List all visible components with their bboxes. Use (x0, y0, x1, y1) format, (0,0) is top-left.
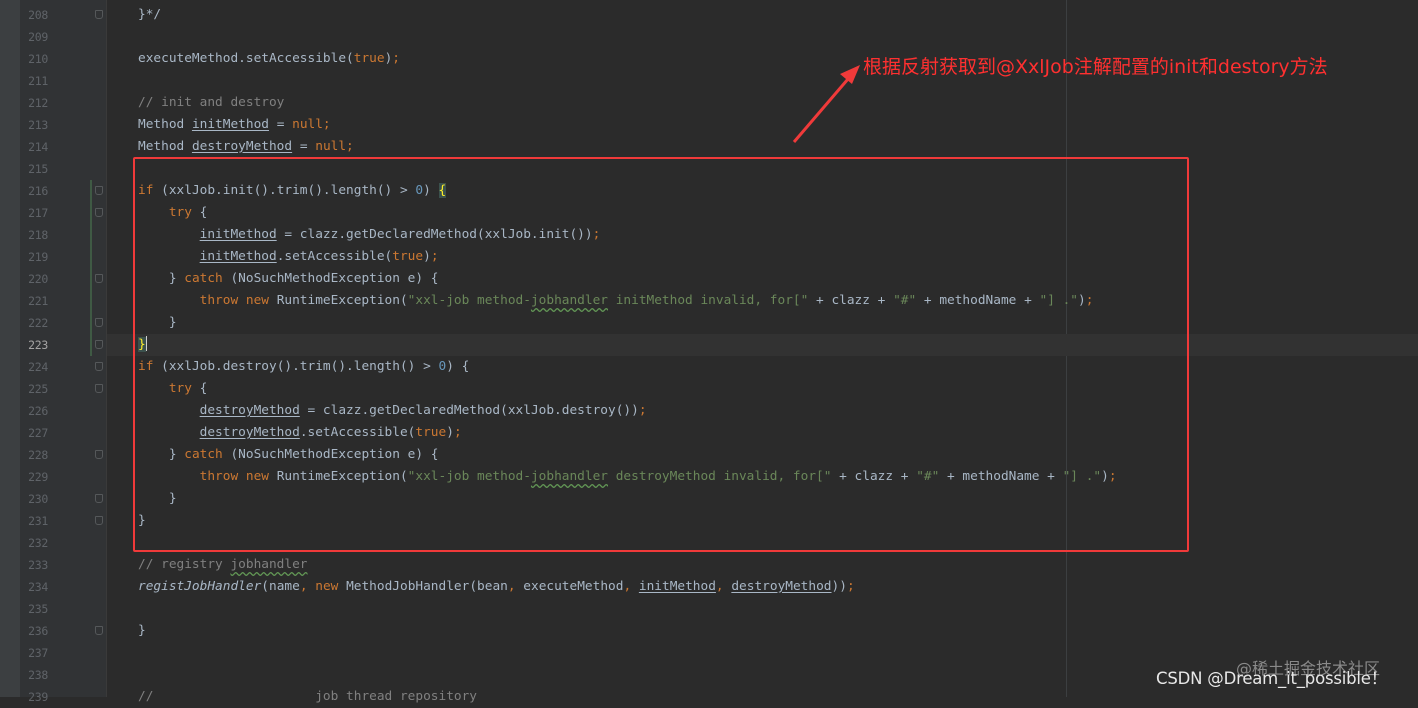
fold-marker-icon[interactable] (95, 362, 103, 371)
line-number[interactable]: 224 (24, 356, 48, 378)
code-token: , (507, 579, 524, 594)
fold-marker-icon[interactable] (95, 318, 103, 327)
line-number[interactable]: 220 (24, 268, 48, 290)
line-number[interactable]: 231 (24, 510, 48, 532)
fold-marker-icon[interactable] (95, 516, 103, 525)
line-number[interactable]: 208 (24, 4, 48, 26)
line-number[interactable]: 210 (24, 48, 48, 70)
line-number[interactable]: 222 (24, 312, 48, 334)
fold-marker-icon[interactable] (95, 186, 103, 195)
fold-marker-icon[interactable] (95, 208, 103, 217)
code-token: destroyMethod (191, 139, 293, 154)
code-line[interactable]: 213 Method initMethod = null; (0, 114, 1418, 136)
line-number[interactable]: 218 (24, 224, 48, 246)
code-token: }*/ (138, 7, 162, 22)
line-number[interactable]: 229 (24, 466, 48, 488)
line-number[interactable]: 225 (24, 378, 48, 400)
code-text[interactable]: // job thread repository (138, 686, 477, 708)
code-line[interactable]: 209 (0, 26, 1418, 48)
code-line[interactable]: 236} (0, 620, 1418, 642)
code-token: ; (846, 579, 855, 594)
code-token: executeMethod.setAccessible( (138, 51, 354, 66)
code-text[interactable]: } (138, 620, 146, 642)
code-token: initMethod (191, 117, 269, 132)
line-number[interactable]: 217 (24, 202, 48, 224)
code-text[interactable]: Method destroyMethod = null; (138, 136, 354, 158)
code-token: executeMethod (523, 579, 624, 594)
code-token: // registry (138, 557, 231, 572)
code-token: (name (261, 579, 300, 594)
fold-marker-icon[interactable] (95, 274, 103, 283)
line-number[interactable]: 237 (24, 642, 48, 664)
code-token: initMethod (638, 579, 716, 594)
annotation-highlight-box (133, 157, 1189, 552)
code-token: ; (392, 51, 400, 66)
code-token: = (292, 139, 316, 154)
line-number[interactable]: 239 (24, 686, 48, 708)
line-number[interactable]: 226 (24, 400, 48, 422)
code-token: = (268, 117, 293, 132)
fold-marker-icon[interactable] (95, 10, 103, 19)
line-number[interactable]: 211 (24, 70, 48, 92)
code-token: , (623, 579, 639, 594)
annotation-arrow-icon (792, 65, 860, 143)
code-token: MethodJobHandler(bean (346, 579, 508, 594)
code-token: true (353, 51, 385, 66)
line-number[interactable]: 212 (24, 92, 48, 114)
line-number[interactable]: 235 (24, 598, 48, 620)
code-line[interactable]: 235 (0, 598, 1418, 620)
code-token: destroyMethod (731, 579, 832, 594)
csdn-watermark: CSDN @Dream_it_possible！ (1156, 669, 1388, 688)
code-token: } (138, 623, 146, 638)
code-token: // init and destroy (138, 95, 285, 110)
code-line[interactable]: 214 Method destroyMethod = null; (0, 136, 1418, 158)
code-token: jobhandler (230, 557, 308, 572)
code-line[interactable]: 208 }*/ (0, 4, 1418, 26)
line-number[interactable]: 209 (24, 26, 48, 48)
code-token: null; (315, 139, 354, 154)
code-token: , (715, 579, 732, 594)
line-number[interactable]: 234 (24, 576, 48, 598)
fold-marker-icon[interactable] (95, 626, 103, 635)
line-number[interactable]: 219 (24, 246, 48, 268)
code-text[interactable]: executeMethod.setAccessible(true); (138, 48, 400, 70)
code-line[interactable]: 239 // job thread repository (0, 686, 1418, 708)
line-number[interactable]: 227 (24, 422, 48, 444)
line-number[interactable]: 216 (24, 180, 48, 202)
code-text[interactable]: // init and destroy (138, 92, 284, 114)
line-number[interactable]: 233 (24, 554, 48, 576)
code-token: )) (831, 579, 847, 594)
line-number[interactable]: 214 (24, 136, 48, 158)
code-line[interactable]: 237 (0, 642, 1418, 664)
line-number[interactable]: 236 (24, 620, 48, 642)
fold-marker-icon[interactable] (95, 494, 103, 503)
line-number[interactable]: 232 (24, 532, 48, 554)
code-line[interactable]: 212 // init and destroy (0, 92, 1418, 114)
code-token: registJobHandler (138, 579, 262, 594)
code-text[interactable]: Method initMethod = null; (138, 114, 331, 136)
code-text[interactable]: registJobHandler(name, new MethodJobHand… (138, 576, 855, 598)
code-token: , (299, 579, 316, 594)
code-token: null; (292, 117, 331, 132)
line-number[interactable]: 223 (24, 334, 48, 356)
code-token: new (315, 579, 347, 594)
annotation-text: 根据反射获取到@XxlJob注解配置的init和destory方法 (863, 56, 1328, 78)
line-number[interactable]: 228 (24, 444, 48, 466)
code-line[interactable]: 233 // registry jobhandler (0, 554, 1418, 576)
line-number[interactable]: 213 (24, 114, 48, 136)
line-number[interactable]: 238 (24, 664, 48, 686)
line-number[interactable]: 215 (24, 158, 48, 180)
code-token: Method (138, 139, 192, 154)
fold-marker-icon[interactable] (95, 450, 103, 459)
line-number[interactable]: 221 (24, 290, 48, 312)
code-text[interactable]: }*/ (138, 4, 161, 26)
fold-marker-icon[interactable] (95, 384, 103, 393)
code-token: Method (138, 117, 192, 132)
code-line[interactable]: 234 registJobHandler(name, new MethodJobH… (0, 576, 1418, 598)
line-number[interactable]: 230 (24, 488, 48, 510)
code-text[interactable]: // registry jobhandler (138, 554, 308, 576)
fold-marker-icon[interactable] (95, 340, 103, 349)
